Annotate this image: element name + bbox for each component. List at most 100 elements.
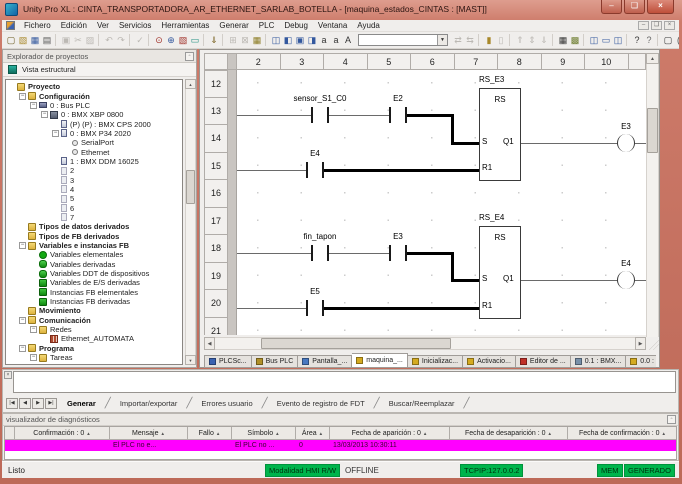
analyze-program-icon[interactable]: ▧ xyxy=(177,33,189,47)
menu-generar[interactable]: Generar xyxy=(214,21,253,30)
cut-icon[interactable]: ✂ xyxy=(72,33,84,47)
transfer-project-icon[interactable]: ⇓ xyxy=(208,33,220,47)
menu-fichero[interactable]: Fichero xyxy=(19,21,56,30)
editor-tab-0-1-bmx[interactable]: 0.1 : BMX... xyxy=(571,355,627,368)
cascade-windows-icon[interactable]: ◫ xyxy=(588,33,600,47)
menu-debug[interactable]: Debug xyxy=(279,21,313,30)
diag-column-fecha-de-aparici-n-0[interactable]: Fecha de aparición : 0▲ xyxy=(330,427,450,439)
mdi-child-icon[interactable] xyxy=(6,21,15,30)
stop-task-icon[interactable]: ▯ xyxy=(495,33,507,47)
project-browser-icon[interactable]: ◨ xyxy=(306,33,318,47)
set-contact-1-bar-icon[interactable] xyxy=(311,245,313,261)
sort-arrow-icon[interactable]: ▲ xyxy=(161,431,165,436)
output-tab-importar-exportar[interactable]: Importar/exportar xyxy=(111,397,187,410)
export-link-icon[interactable]: ⇆ xyxy=(464,33,476,47)
tree-item-tipos-de-datos-derivados[interactable]: Tipos de datos derivados xyxy=(6,222,182,231)
tree-item-proyecto[interactable]: Proyecto xyxy=(6,82,182,91)
tree-scrollbar-thumb[interactable] xyxy=(186,170,195,204)
scroll-left-icon[interactable]: ◀ xyxy=(204,337,215,350)
search-prev-icon[interactable]: a xyxy=(318,33,330,47)
grid-display-icon[interactable]: ▦ xyxy=(557,33,569,47)
sort-arrow-icon[interactable]: ▲ xyxy=(216,431,220,436)
coil-icon[interactable] xyxy=(626,271,635,289)
tree-item-4[interactable]: 4 xyxy=(6,185,182,194)
reset-contact-bar-icon[interactable] xyxy=(306,300,308,316)
coil-icon[interactable] xyxy=(617,134,626,152)
print-icon[interactable]: ▤ xyxy=(41,33,53,47)
nav-first-icon[interactable]: |◀ xyxy=(6,398,18,409)
sort-arrow-icon[interactable]: ▲ xyxy=(548,431,552,436)
build-all-icon[interactable]: ⊠ xyxy=(239,33,251,47)
set-contact-2-bar-icon[interactable] xyxy=(389,107,391,123)
mdi-restore-button[interactable]: ❏ xyxy=(651,21,662,30)
editor-tab-maquina[interactable]: maquina_... xyxy=(352,353,408,368)
expander-icon[interactable]: − xyxy=(41,111,48,118)
save-project-icon[interactable]: ▦ xyxy=(29,33,41,47)
tree-item-serialport[interactable]: SerialPort xyxy=(6,138,182,147)
download-info-icon[interactable]: ⇓ xyxy=(538,33,550,47)
tree-item-variables-de-e-s-derivadas[interactable]: Variables de E/S derivadas xyxy=(6,278,182,287)
menu-ventana[interactable]: Ventana xyxy=(313,21,352,30)
menu-ayuda[interactable]: Ayuda xyxy=(352,21,385,30)
tree-item-variables-e-instancias-fb[interactable]: −Variables e instancias FB xyxy=(6,241,182,250)
tile-vertical-icon[interactable]: ◫ xyxy=(612,33,624,47)
undo-icon[interactable]: ↶ xyxy=(103,33,115,47)
set-contact-1-bar-icon[interactable] xyxy=(311,107,313,123)
tree-item-instancias-fb-elementales[interactable]: Instancias FB elementales xyxy=(6,288,182,297)
output-tab-evento-de-registro-de-fdt[interactable]: Evento de registro de FDT xyxy=(268,397,374,410)
upload-info-icon[interactable]: ⇑ xyxy=(514,33,526,47)
expander-icon[interactable]: − xyxy=(30,326,37,333)
menu-servicios[interactable]: Servicios xyxy=(114,21,156,30)
diag-column-fecha-de-confirmaci-n-0[interactable]: Fecha de confirmación : 0▲ xyxy=(568,427,677,439)
output-close-icon[interactable]: × xyxy=(4,371,12,379)
menu-plc[interactable]: PLC xyxy=(254,21,280,30)
diag-column-mensaje[interactable]: Mensaje▲ xyxy=(110,427,188,439)
mdi-minimize-button[interactable]: – xyxy=(638,21,649,30)
expander-icon[interactable]: − xyxy=(19,345,26,352)
expander-icon[interactable]: − xyxy=(30,354,37,361)
editor-tab-0-0-bmx[interactable]: 0.0 : BMX... xyxy=(626,355,656,368)
tree-item-movimiento[interactable]: Movimiento xyxy=(6,306,182,315)
output-tab-buscar-reemplazar[interactable]: Buscar/Reemplazar xyxy=(380,397,464,410)
resize-grip[interactable] xyxy=(646,337,659,350)
editor-tab-activacio[interactable]: Activacio... xyxy=(463,355,516,368)
paste-icon[interactable]: ▨ xyxy=(84,33,96,47)
tree-item-programa[interactable]: −Programa xyxy=(6,344,182,353)
h-scroll-thumb[interactable] xyxy=(261,338,451,349)
close-button[interactable]: × xyxy=(647,0,674,14)
tree-item-0-bmx-p34-2020[interactable]: −0 : BMX P34 2020 xyxy=(6,129,182,138)
tree-item-p-p-bmx-cps-2000[interactable]: (P) (P) : BMX CPS 2000 xyxy=(6,119,182,128)
tree-item-variables-ddt-de-dispositivos[interactable]: Variables DDT de dispositivos xyxy=(6,269,182,278)
scroll-up-icon[interactable]: ▲ xyxy=(185,79,196,89)
expander-icon[interactable]: − xyxy=(19,242,26,249)
menu-ver[interactable]: Ver xyxy=(92,21,114,30)
sort-arrow-icon[interactable]: ▲ xyxy=(275,431,279,436)
compare-icon[interactable]: ⇕ xyxy=(526,33,538,47)
expander-icon[interactable]: − xyxy=(19,93,26,100)
maximize-button[interactable]: ❏ xyxy=(624,0,645,14)
sort-arrow-icon[interactable]: ▲ xyxy=(662,431,666,436)
editor-tab-editor-de[interactable]: Editor de ... xyxy=(516,355,571,368)
select-mode-icon[interactable]: ▢ xyxy=(662,33,674,47)
pause-task-icon[interactable]: ▮ xyxy=(483,33,495,47)
types-library-icon[interactable]: ▣ xyxy=(294,33,306,47)
copy-icon[interactable]: ▣ xyxy=(60,33,72,47)
output-tab-errores-usuario[interactable]: Errores usuario xyxy=(192,397,261,410)
tree-item-2[interactable]: 2 xyxy=(6,166,182,175)
tree-item-tareas[interactable]: −Tareas xyxy=(6,353,182,362)
structural-view-tab[interactable]: Vista estructural xyxy=(3,63,196,77)
tree-item-variables-elementales[interactable]: Variables elementales xyxy=(6,250,182,259)
diag-column-fallo[interactable]: Fallo▲ xyxy=(188,427,232,439)
import-link-icon[interactable]: ⇄ xyxy=(452,33,464,47)
diagnostics-pin-icon[interactable]: ▫ xyxy=(667,415,676,424)
context-help-icon[interactable]: ? xyxy=(643,33,655,47)
expander-icon[interactable]: − xyxy=(19,317,26,324)
diag-column-fecha-de-desaparici-n-0[interactable]: Fecha de desaparición : 0▲ xyxy=(450,427,568,439)
scroll-down-icon[interactable]: ▼ xyxy=(185,355,196,365)
nav-next-icon[interactable]: ▶ xyxy=(32,398,44,409)
validate-icon[interactable]: ✓ xyxy=(134,33,146,47)
sort-arrow-icon[interactable]: ▲ xyxy=(86,431,90,436)
menu-edici-n[interactable]: Edición xyxy=(56,21,92,30)
tree-item-1-bmx-ddm-16025[interactable]: 1 : BMX DDM 16025 xyxy=(6,157,182,166)
tree-item-variables-derivadas[interactable]: Variables derivadas xyxy=(6,260,182,269)
